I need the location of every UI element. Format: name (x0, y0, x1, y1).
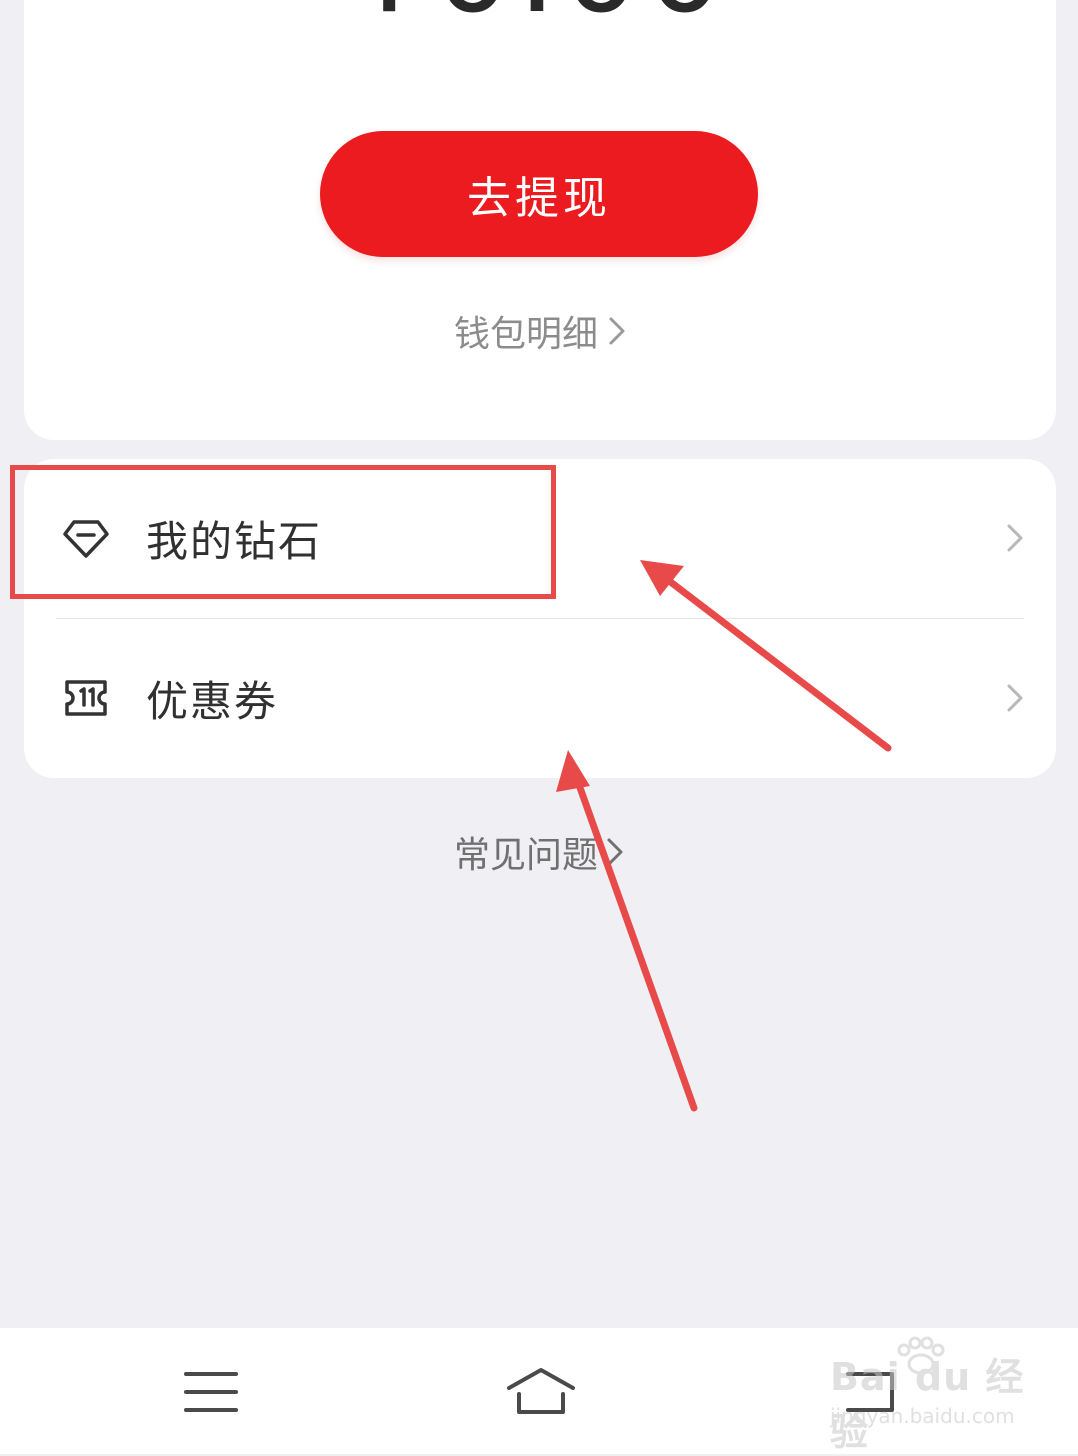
wallet-detail-label: 钱包明细 (453, 314, 598, 355)
menu-item-my-diamonds[interactable]: 我的钻石 (24, 459, 1056, 617)
coupon-icon (65, 680, 107, 716)
faq-label: 常见问题 (453, 835, 598, 876)
chevron-right-icon (1007, 524, 1023, 552)
menu-item-coupons[interactable]: 优惠券 (24, 619, 1056, 777)
balance-card: ¥0.00 去提现 钱包明细 (24, 0, 1056, 440)
menu-item-label: 我的钻石 (146, 516, 323, 566)
chevron-right-icon (607, 838, 623, 866)
balance-amount: ¥0.00 (24, 0, 1056, 34)
diamond-icon (63, 520, 109, 558)
wallet-detail-link[interactable]: 钱包明细 (24, 305, 1056, 357)
faq-link[interactable]: 常见问题 (0, 826, 1078, 878)
withdraw-button[interactable]: 去提现 (320, 131, 758, 257)
chevron-right-icon (1007, 684, 1023, 712)
annotation-arrow (556, 750, 698, 1112)
system-nav-bar (0, 1328, 1078, 1454)
home-icon[interactable] (505, 1364, 577, 1420)
back-icon[interactable] (836, 1364, 908, 1420)
menu-card: 我的钻石 优惠券 (24, 459, 1056, 778)
menu-item-label: 优惠券 (146, 676, 279, 726)
chevron-right-icon (609, 317, 625, 345)
menu-icon[interactable] (174, 1364, 246, 1420)
